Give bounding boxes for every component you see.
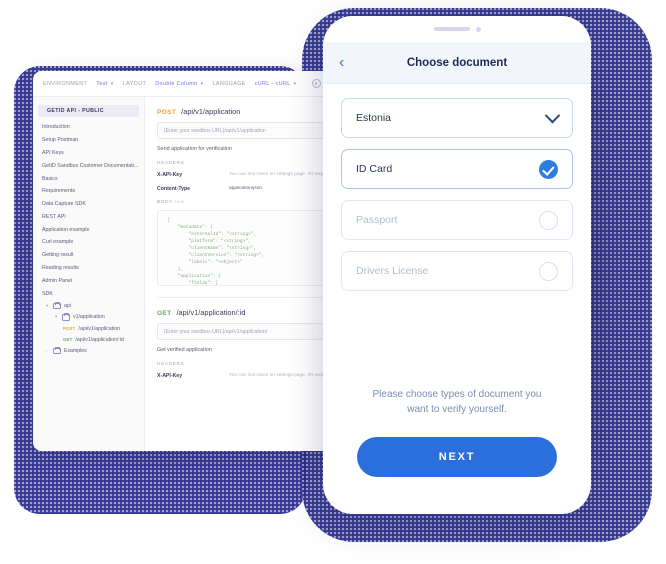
body-label-text: BODY bbox=[157, 200, 173, 205]
http-verb: POST bbox=[63, 326, 76, 332]
environment-value: Test bbox=[96, 80, 108, 87]
tree-node[interactable]: ▾ api bbox=[33, 300, 144, 312]
phone-mockup: ‹ Choose document Estonia ID Card Passpor… bbox=[323, 16, 591, 514]
endpoint-path: /api/v1/application/:id bbox=[176, 308, 246, 317]
phone-body: Estonia ID Card Passport Drivers License P… bbox=[323, 84, 591, 477]
document-option-label: ID Card bbox=[356, 163, 393, 175]
chevron-down-icon bbox=[544, 107, 561, 123]
folder-icon bbox=[53, 346, 61, 355]
tree-node-label: Examples bbox=[64, 348, 87, 355]
radio-empty-icon[interactable] bbox=[539, 210, 558, 230]
phone-header: ‹ Choose document bbox=[323, 42, 591, 84]
sidebar-item-2[interactable]: API Keys bbox=[33, 147, 144, 160]
language-value: cURL - cURL bbox=[254, 80, 291, 87]
sidebar-item-12[interactable]: Admin Panel bbox=[33, 274, 144, 287]
sidebar-nav-list: Introduction Setup Postman API Keys GetID S… bbox=[33, 121, 144, 300]
tree-node-label: /api/v1/application bbox=[78, 325, 121, 332]
tree-node[interactable]: › Examples bbox=[33, 345, 144, 357]
chevron-down-icon: ▾ bbox=[200, 80, 204, 87]
document-option-label: Drivers License bbox=[356, 265, 429, 277]
sidebar-item-4[interactable]: Basics bbox=[33, 172, 144, 185]
next-button[interactable]: NEXT bbox=[357, 437, 557, 477]
layout-value: Double Column bbox=[155, 80, 198, 87]
http-verb: GET bbox=[157, 310, 172, 317]
environment-label: ENVIRONMENT bbox=[43, 80, 88, 87]
twisty-icon[interactable]: › bbox=[46, 349, 50, 354]
sidebar-item-5[interactable]: Requirements bbox=[33, 185, 144, 198]
sidebar-item-8[interactable]: Application example bbox=[33, 223, 144, 236]
phone-notch bbox=[323, 16, 591, 42]
chevron-down-icon: ▾ bbox=[293, 80, 297, 87]
layout-select[interactable]: Double Column ▾ bbox=[155, 81, 203, 87]
gear-icon[interactable] bbox=[311, 79, 321, 88]
http-verb: POST bbox=[157, 109, 177, 116]
country-select[interactable]: Estonia bbox=[341, 98, 573, 138]
tree-node-label: v1/application bbox=[73, 314, 105, 321]
folder-icon bbox=[62, 313, 70, 321]
tree-node[interactable]: ▾ v1/application bbox=[33, 312, 144, 324]
sidebar-item-6[interactable]: Data Capture SDK bbox=[33, 198, 144, 211]
sidebar-tree: ▾ api ▾ v1/application POST/api/v1/applicati… bbox=[33, 300, 144, 357]
chevron-down-icon: ▾ bbox=[110, 80, 114, 87]
sidebar-item-1[interactable]: Setup Postman bbox=[33, 134, 144, 147]
http-verb: GET bbox=[63, 337, 73, 343]
sidebar-item-13[interactable]: SDK bbox=[33, 287, 144, 300]
sidebar-item-3[interactable]: GetID Sandbox Customer Documentati... bbox=[33, 159, 144, 172]
twisty-icon[interactable]: ▾ bbox=[55, 314, 59, 320]
country-select-value: Estonia bbox=[356, 112, 392, 124]
layout-label: LAYOUT bbox=[122, 80, 147, 87]
camera-dot-icon bbox=[475, 26, 481, 32]
sidebar-title: GETID API - PUBLIC bbox=[38, 105, 139, 117]
check-circle-icon[interactable] bbox=[539, 159, 558, 179]
header-key: X-API-Key bbox=[157, 373, 183, 379]
tree-node[interactable]: POST/api/v1/application bbox=[33, 323, 144, 334]
language-label: LANGUAGE bbox=[212, 80, 246, 87]
endpoint-path: /api/v1/application bbox=[181, 107, 241, 116]
document-option-0[interactable]: ID Card bbox=[341, 149, 573, 189]
body-type: raw bbox=[174, 200, 185, 205]
page-title: Choose document bbox=[406, 56, 508, 69]
radio-empty-icon[interactable] bbox=[539, 261, 558, 281]
sidebar-item-10[interactable]: Getting result bbox=[33, 249, 144, 262]
language-select[interactable]: cURL - cURL ▾ bbox=[255, 81, 297, 87]
chevron-left-icon[interactable]: ‹ bbox=[339, 54, 359, 71]
screenshot-stage: ENVIRONMENT Test ▾ LAYOUT Double Column … bbox=[0, 0, 666, 564]
tree-node-label: /api/v1/application/:id bbox=[75, 336, 124, 343]
sidebar-item-0[interactable]: Introduction bbox=[33, 121, 144, 134]
document-option-2[interactable]: Drivers License bbox=[341, 251, 573, 291]
tree-node-label: api bbox=[64, 302, 71, 309]
sidebar-item-11[interactable]: Reading results bbox=[33, 262, 144, 275]
document-type-options: ID Card Passport Drivers License bbox=[341, 149, 573, 291]
sidebar-item-7[interactable]: REST API bbox=[33, 210, 144, 223]
header-value: application/json bbox=[229, 186, 263, 191]
sidebar-item-9[interactable]: Curl example bbox=[33, 236, 144, 249]
tree-node[interactable]: GET/api/v1/application/:id bbox=[33, 334, 144, 345]
helper-text: Please choose types of document you want… bbox=[372, 389, 542, 415]
speaker-slot-icon bbox=[433, 27, 470, 31]
header-key: X-API-Key bbox=[157, 172, 183, 178]
environment-select[interactable]: Test ▾ bbox=[96, 81, 113, 87]
folder-icon bbox=[53, 301, 61, 309]
header-key: Content-Type bbox=[157, 186, 191, 192]
document-option-1[interactable]: Passport bbox=[341, 200, 573, 240]
doc-sidebar: GETID API - PUBLIC Introduction Setup Pos… bbox=[33, 97, 145, 451]
document-option-label: Passport bbox=[356, 214, 398, 226]
twisty-icon[interactable]: ▾ bbox=[46, 303, 50, 309]
